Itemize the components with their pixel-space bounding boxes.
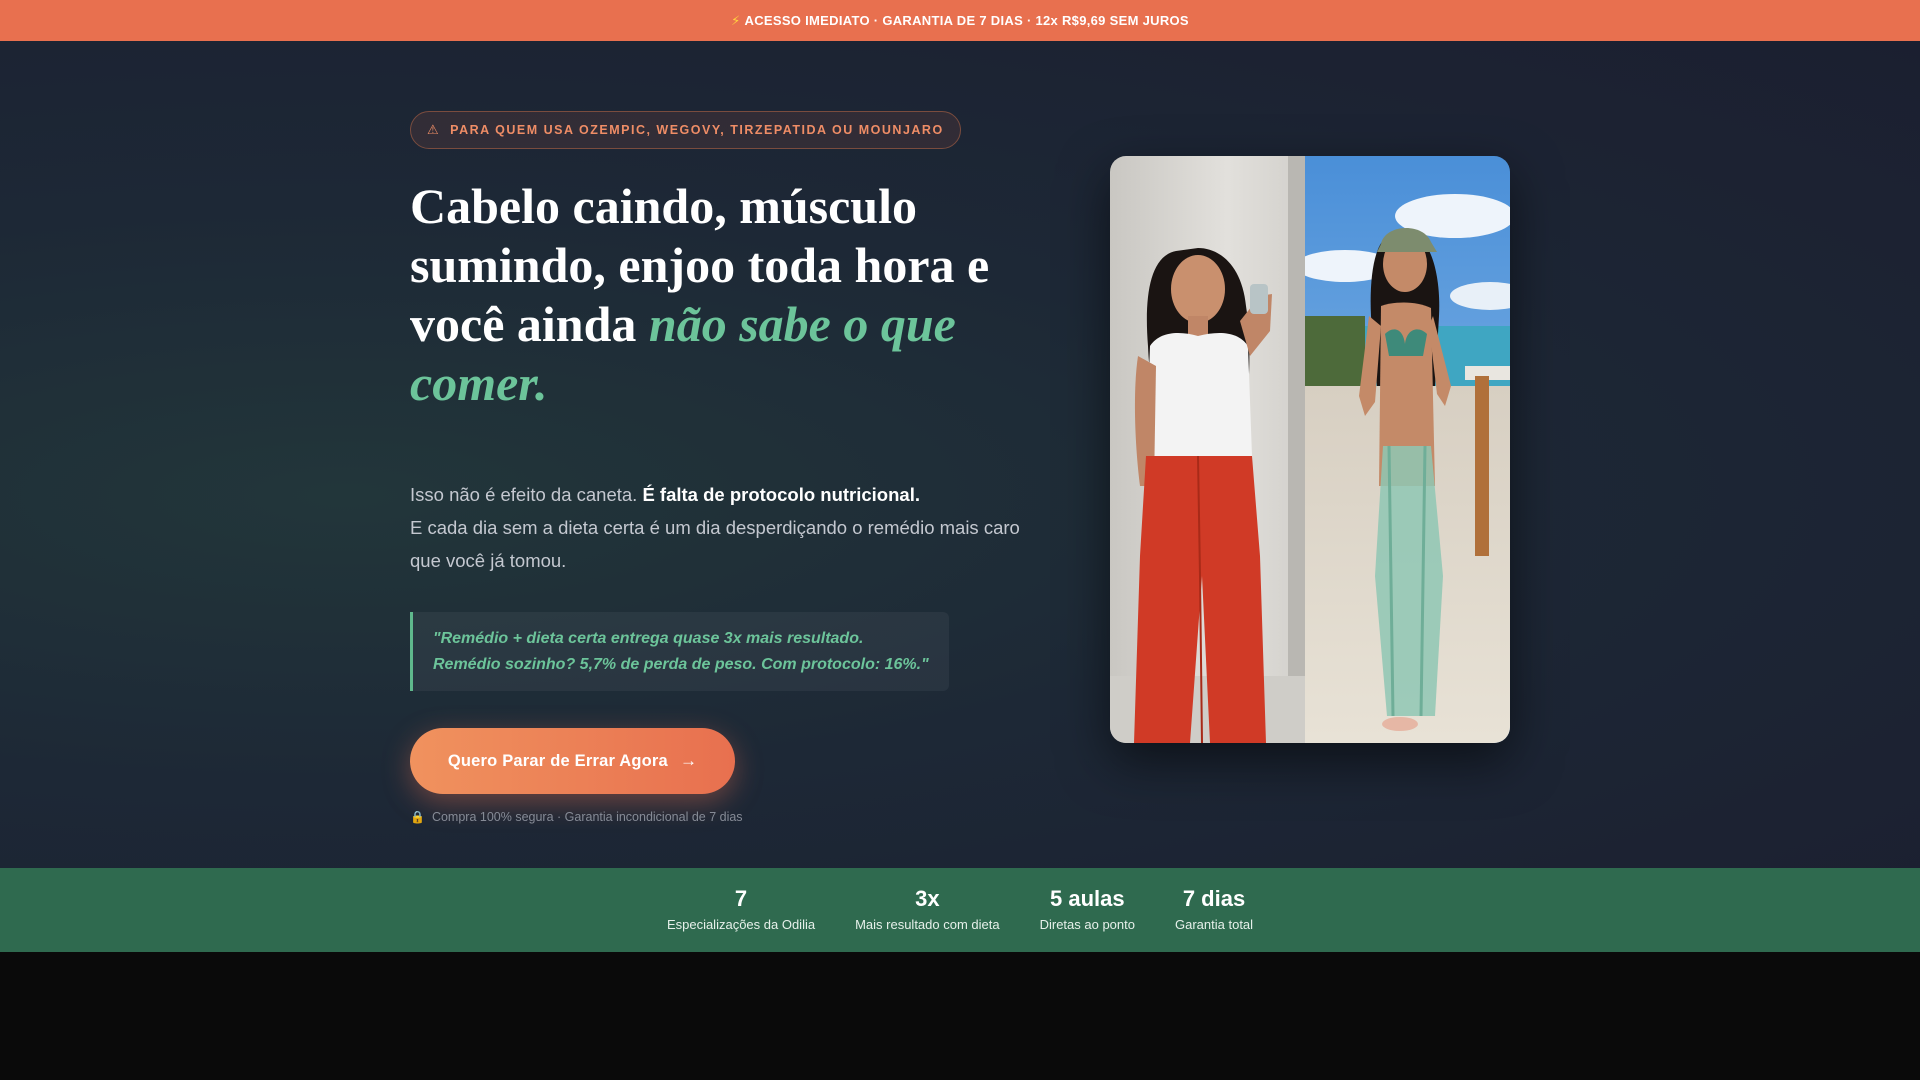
- quote-line-1: "Remédio + dieta certa entrega quase 3x …: [433, 630, 864, 647]
- cta-button[interactable]: Quero Parar de Errar Agora →: [410, 728, 735, 794]
- stat-label: Garantia total: [1175, 917, 1254, 932]
- stat-item: 3x Mais resultado com dieta: [855, 886, 1000, 934]
- subtitle-bold: É falta de protocolo nutricional.: [642, 484, 920, 505]
- hero-section: ⚠ PARA QUEM USA OZEMPIC, WEGOVY, TIRZEPA…: [0, 41, 1920, 868]
- stat-item: 7 dias Garantia total: [1175, 886, 1253, 934]
- after-photo: [1305, 156, 1510, 743]
- warning-icon: ⚠: [427, 122, 441, 137]
- stat-label: Diretas ao ponto: [1039, 917, 1135, 932]
- page-footer-area: [0, 952, 1920, 1080]
- lock-icon: 🔒: [410, 810, 425, 824]
- stat-value: 3x: [915, 886, 940, 911]
- before-after-photo: [1110, 156, 1510, 743]
- stat-value: 5 aulas: [1049, 886, 1125, 911]
- arrow-right-icon: →: [679, 751, 698, 770]
- secure-text: Compra 100% segura · Garantia incondicio…: [431, 810, 743, 824]
- stat-label: Mais resultado com dieta: [855, 917, 1000, 932]
- stat-value: 7: [734, 886, 748, 911]
- testimonial-quote: "Remédio + dieta certa entrega quase 3x …: [410, 612, 949, 691]
- stat-label: Especializações da Odilia: [666, 917, 816, 932]
- stat-item: 7 Especializações da Odilia: [667, 886, 815, 934]
- lightning-icon: ⚡: [731, 12, 741, 28]
- headline: Cabelo caindo, músculo sumindo, enjoo to…: [410, 177, 1050, 413]
- announcement-text: ACESSO IMEDIATO · GARANTIA DE 7 DIAS · 1…: [744, 13, 1189, 28]
- stat-item: 5 aulas Diretas ao ponto: [1040, 886, 1135, 934]
- audience-badge-text: PARA QUEM USA OZEMPIC, WEGOVY, TIRZEPATI…: [450, 123, 944, 137]
- top-announcement-bar: ⚡ ACESSO IMEDIATO · GARANTIA DE 7 DIAS ·…: [0, 0, 1920, 41]
- secure-purchase-note: 🔒 Compra 100% segura · Garantia incondic…: [410, 810, 743, 824]
- subtitle: Isso não é efeito da caneta. É falta de …: [410, 478, 1050, 577]
- audience-badge: ⚠ PARA QUEM USA OZEMPIC, WEGOVY, TIRZEPA…: [410, 111, 961, 149]
- subtitle-rest: E cada dia sem a dieta certa é um dia de…: [410, 517, 1020, 571]
- cta-label: Quero Parar de Errar Agora: [447, 751, 668, 770]
- stat-value: 7 dias: [1182, 886, 1246, 911]
- before-photo: [1110, 156, 1305, 743]
- subtitle-lead: Isso não é efeito da caneta.: [410, 484, 643, 505]
- stats-bar: 7 Especializações da Odilia 3x Mais resu…: [0, 868, 1920, 952]
- quote-line-2: Remédio sozinho? 5,7% de perda de peso. …: [433, 656, 929, 673]
